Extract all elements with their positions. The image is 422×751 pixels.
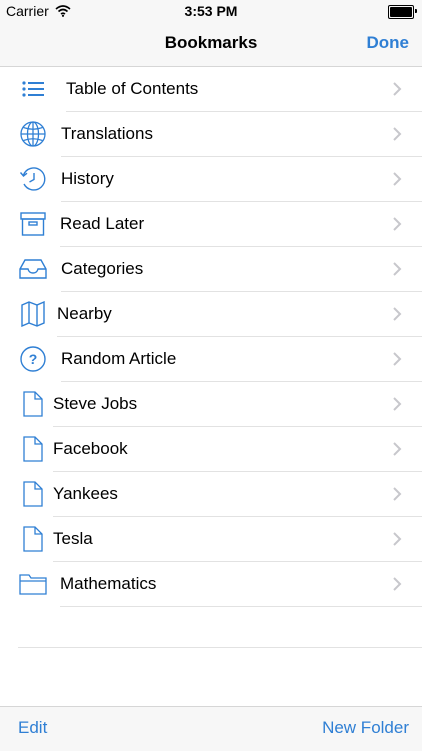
list-item[interactable]: Steve Jobs: [0, 382, 422, 427]
bottom-toolbar: Edit New Folder: [0, 706, 422, 751]
archive-box-icon: [18, 209, 48, 239]
chevron-right-icon: [392, 351, 402, 367]
list-item-label: Steve Jobs: [53, 394, 138, 413]
list-bottom-divider: [18, 647, 422, 648]
chevron-right-icon: [392, 441, 402, 457]
chevron-right-icon: [392, 396, 402, 412]
folder-icon: [18, 569, 48, 599]
list-item-label: Read Later: [60, 214, 145, 233]
list-item[interactable]: History: [0, 157, 422, 202]
list-item-label: Mathematics: [60, 574, 157, 593]
list-item-label: Table of Contents: [66, 79, 199, 98]
document-icon: [18, 434, 48, 464]
list-item[interactable]: Table of Contents: [0, 67, 422, 112]
chevron-right-icon: [392, 531, 402, 547]
svg-text:?: ?: [29, 351, 38, 367]
document-icon: [18, 389, 48, 419]
history-clock-icon: [18, 164, 48, 194]
chevron-right-icon: [392, 171, 402, 187]
list-item[interactable]: Yankees: [0, 472, 422, 517]
list-item-label: Nearby: [57, 304, 112, 323]
chevron-right-icon: [392, 261, 402, 277]
chevron-right-icon: [392, 486, 402, 502]
globe-icon: [18, 119, 48, 149]
list-item[interactable]: Facebook: [0, 427, 422, 472]
list-item[interactable]: Translations: [0, 112, 422, 157]
bookmarks-list: Table of Contents Translations History Read…: [0, 67, 422, 607]
list-item[interactable]: Read Later: [0, 202, 422, 247]
list-item[interactable]: Categories: [0, 247, 422, 292]
chevron-right-icon: [392, 216, 402, 232]
status-bar: Carrier 3:53 PM: [0, 0, 422, 22]
list-item[interactable]: Mathematics: [0, 562, 422, 607]
battery-icon: [388, 5, 417, 19]
navigation-bar: Bookmarks Done: [0, 22, 422, 67]
edit-button[interactable]: Edit: [18, 718, 47, 738]
done-button[interactable]: Done: [367, 33, 410, 53]
map-icon: [18, 299, 48, 329]
list-icon: [18, 74, 48, 104]
list-item-label: Translations: [61, 124, 153, 143]
document-icon: [18, 479, 48, 509]
page-title: Bookmarks: [164, 33, 258, 52]
chevron-right-icon: [392, 576, 402, 592]
list-item[interactable]: Tesla: [0, 517, 422, 562]
list-item[interactable]: ? Random Article: [0, 337, 422, 382]
new-folder-button[interactable]: New Folder: [322, 718, 409, 738]
row-divider: [60, 606, 422, 607]
chevron-right-icon: [392, 306, 402, 322]
status-time: 3:53 PM: [184, 3, 238, 19]
list-item-label: Tesla: [53, 529, 93, 548]
list-item-label: Categories: [61, 259, 144, 278]
document-icon: [18, 524, 48, 554]
list-item[interactable]: Nearby: [0, 292, 422, 337]
list-item-label: Random Article: [61, 349, 177, 368]
list-item-label: Facebook: [53, 439, 128, 458]
chevron-right-icon: [392, 126, 402, 142]
inbox-tray-icon: [18, 254, 48, 284]
chevron-right-icon: [392, 81, 402, 97]
list-item-label: History: [61, 169, 114, 188]
list-item-label: Yankees: [53, 484, 118, 503]
question-circle-icon: ?: [18, 344, 48, 374]
